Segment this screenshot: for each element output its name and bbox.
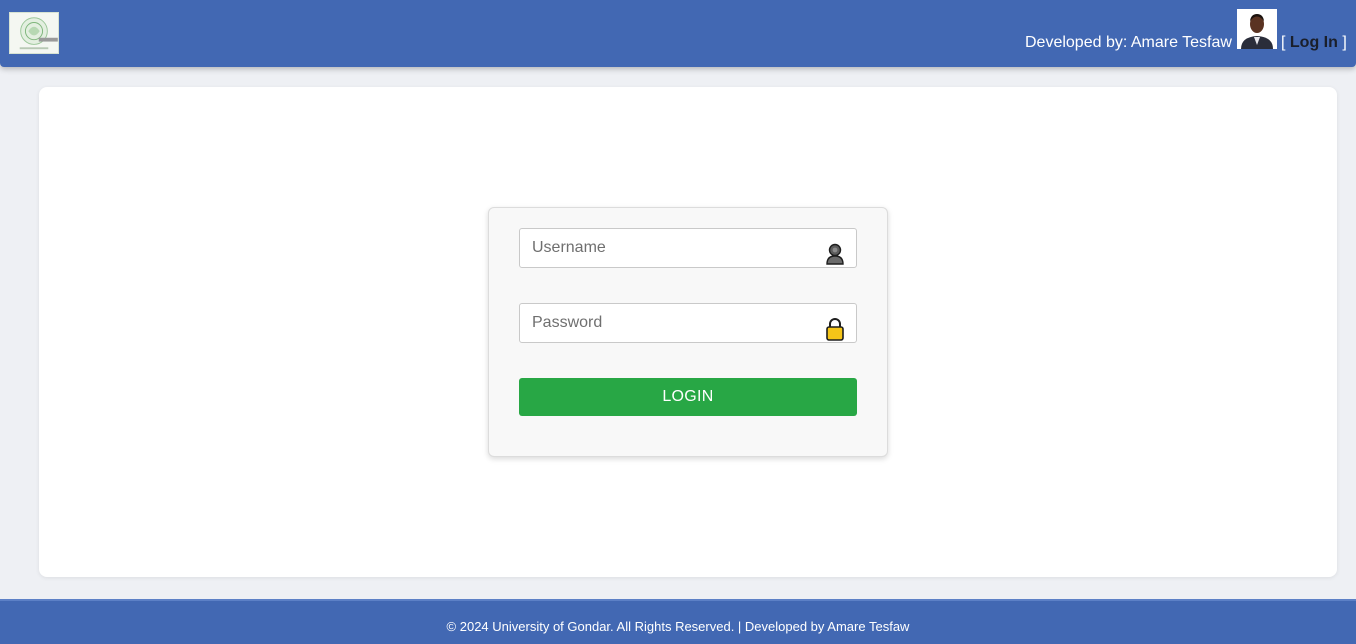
- footer-copyright: © 2024 University of Gondar. All Rights …: [446, 619, 910, 634]
- top-header: Developed by: Amare Tesfaw [ Log In ]: [0, 0, 1356, 67]
- logo-graphic: [10, 13, 58, 53]
- user-icon: [825, 242, 845, 266]
- university-logo-icon[interactable]: [9, 12, 59, 54]
- avatar-photo: [1237, 9, 1277, 49]
- username-field-wrapper: [519, 228, 857, 268]
- password-field-wrapper: [519, 303, 857, 343]
- close-bracket: ]: [1342, 34, 1347, 51]
- username-input[interactable]: [520, 229, 856, 267]
- page-footer: © 2024 University of Gondar. All Rights …: [0, 599, 1356, 644]
- lock-icon: [825, 317, 845, 341]
- password-input[interactable]: [520, 304, 856, 342]
- developer-credit: Developed by: Amare Tesfaw: [1025, 34, 1232, 51]
- login-link-group: [ Log In ]: [1281, 34, 1347, 52]
- open-bracket: [: [1281, 34, 1286, 51]
- login-link[interactable]: Log In: [1290, 34, 1338, 51]
- login-form: LOGIN: [488, 207, 888, 457]
- developer-avatar: [1237, 9, 1277, 49]
- login-button[interactable]: LOGIN: [519, 378, 857, 416]
